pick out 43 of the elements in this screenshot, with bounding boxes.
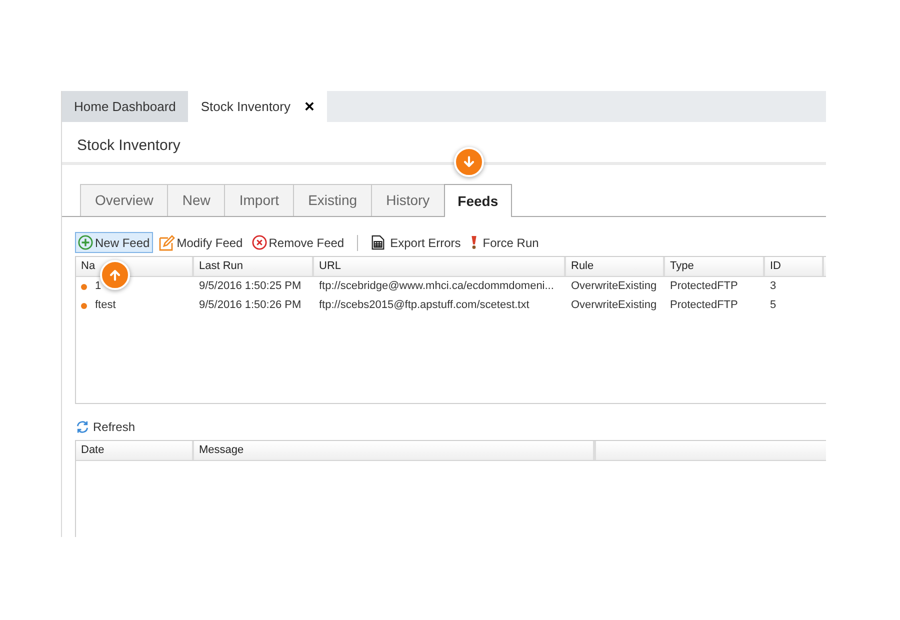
arrow-down-icon — [461, 154, 477, 170]
tab[interactable]: New — [167, 184, 224, 216]
tab[interactable]: Import — [224, 184, 294, 216]
refresh-button[interactable]: Refresh — [75, 418, 136, 436]
table-cell-text: 5 — [770, 298, 776, 314]
arrow-up-icon — [107, 267, 123, 283]
new-feed-button[interactable]: New Feed — [75, 232, 153, 253]
table-cell-text: OverwriteExisting — [571, 279, 657, 294]
exclamation-icon — [470, 235, 478, 250]
table-cell-text: ftp://scebridge@www.mhci.ca/ecdommdomeni... — [319, 279, 554, 294]
document-tab[interactable]: Stock Inventory × — [188, 91, 328, 122]
table-cell-text: ftest — [95, 298, 116, 314]
table-cell-text: OverwriteExisting — [571, 298, 657, 314]
table-cell-text: 1 — [95, 279, 102, 294]
column-header[interactable]: Last Run — [194, 257, 314, 276]
tab[interactable]: Feeds — [444, 184, 512, 217]
table-cell-text: ftp://scebs2015@ftp.apstuff.com/scetest.txt — [319, 298, 530, 314]
document-tab[interactable]: Home Dashboard — [62, 91, 188, 122]
tab[interactable]: Overview — [80, 184, 168, 216]
tab[interactable]: Existing — [293, 184, 372, 216]
column-header[interactable]: Date — [76, 441, 194, 460]
tab[interactable]: History — [371, 184, 444, 216]
close-button[interactable]: × — [304, 98, 314, 115]
modify-feed-button[interactable]: Modify Feed — [156, 232, 246, 253]
refresh-icon — [75, 420, 90, 434]
pencil-icon — [158, 234, 175, 250]
table-cell-text: ProtectedFTP — [670, 298, 738, 314]
plus-icon — [78, 235, 93, 250]
column-header[interactable]: Type — [665, 257, 765, 276]
close-icon — [252, 235, 267, 250]
page-title: Stock Inventory — [77, 136, 182, 156]
column-header[interactable]: ID — [765, 257, 824, 276]
spreadsheet-icon — [371, 235, 386, 250]
export-errors-button[interactable]: Export Errors — [368, 232, 464, 253]
table-cell-text: 3 — [770, 279, 776, 294]
remove-feed-button[interactable]: Remove Feed — [248, 232, 348, 253]
force-run-button[interactable]: Force Run — [466, 232, 542, 253]
column-header[interactable]: Message — [194, 441, 595, 460]
table-cell-text: ProtectedFTP — [670, 279, 738, 294]
column-header[interactable]: Rule — [566, 257, 665, 276]
table-cell-text: 9/5/2016 1:50:25 PM — [199, 279, 302, 294]
column-header[interactable]: URL — [314, 257, 566, 276]
table-cell-text: 9/5/2016 1:50:26 PM — [199, 298, 302, 314]
